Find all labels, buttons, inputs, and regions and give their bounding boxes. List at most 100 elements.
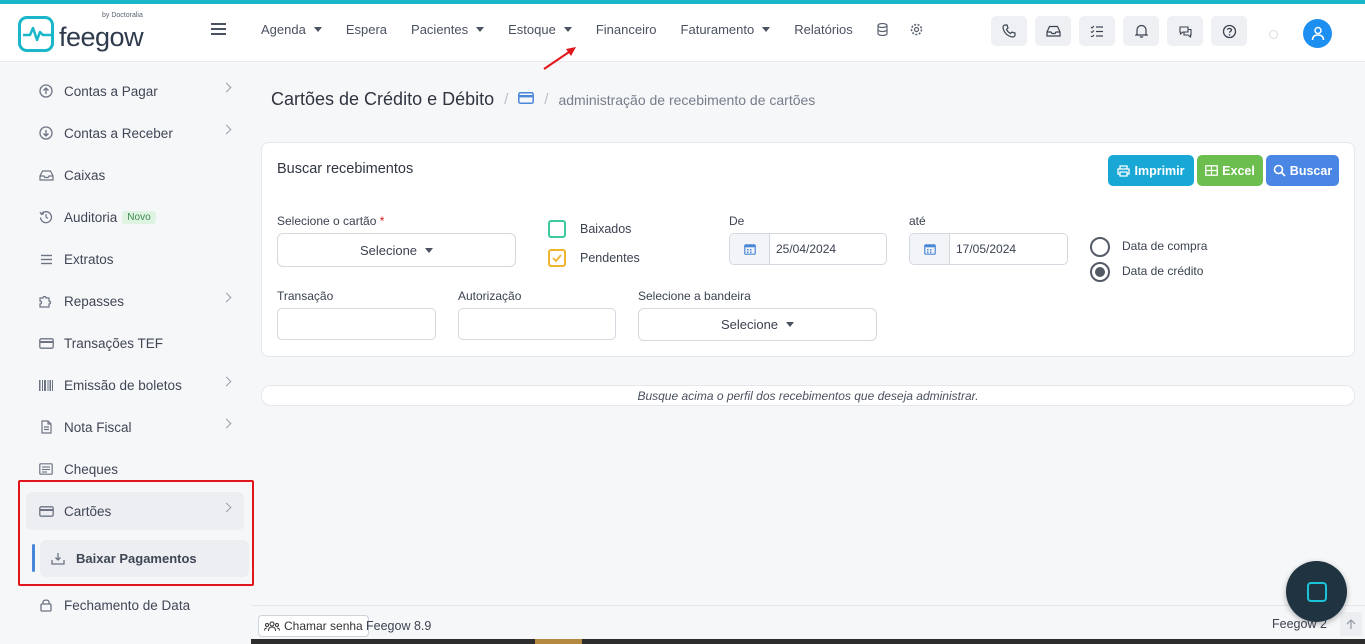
gear-icon[interactable] [910, 21, 923, 37]
chevron-right-icon [221, 124, 232, 135]
search-card: Buscar recebimentos Imprimir Excel Busca… [261, 142, 1355, 357]
caret-down-icon [563, 26, 572, 32]
sidebar-item-emissao-de-boletos[interactable]: Emissão de boletos [38, 375, 238, 395]
assistant-fab[interactable] [1286, 561, 1347, 622]
calendar-icon[interactable] [730, 234, 770, 264]
bandeira-select[interactable]: Selecione [638, 308, 877, 341]
taskbar-strip [251, 639, 1365, 644]
database-icon[interactable] [877, 21, 888, 37]
nav-agenda[interactable]: Agenda [261, 21, 322, 37]
sidebar-item-transacoes-tef[interactable]: Transações TEF [38, 333, 238, 353]
bandeira-select-value: Selecione [720, 317, 779, 332]
status-dot [1269, 30, 1278, 39]
sidebar-item-extratos[interactable]: Extratos [38, 249, 238, 269]
info-message: Busque acima o perfil dos recebimentos q… [261, 385, 1355, 406]
chamar-senha-button[interactable]: Chamar senha [258, 615, 369, 637]
phone-icon[interactable] [991, 16, 1027, 46]
inbox-icon[interactable] [1035, 16, 1071, 46]
search-button[interactable]: Buscar [1266, 155, 1339, 186]
sidebar-item-label: Caixas [64, 167, 106, 183]
users-icon [264, 620, 280, 631]
nav-pacientes[interactable]: Pacientes [411, 21, 485, 37]
breadcrumb-separator: / [544, 91, 549, 108]
sidebar-item-repasses[interactable]: Repasses [38, 291, 238, 311]
card-select-label: Selecione o cartão * [277, 214, 385, 228]
checklist-icon[interactable] [1079, 16, 1115, 46]
sidebar-item-label: Repasses [64, 293, 125, 309]
nav-estoque[interactable]: Estoque [508, 21, 572, 37]
annotation-arrow-icon [543, 47, 576, 70]
nav-relatorios[interactable]: Relatórios [794, 21, 853, 37]
caret-down-icon [476, 26, 485, 32]
arrow-down-circle-icon [38, 125, 54, 141]
inbox-icon [38, 167, 54, 183]
document-icon [38, 419, 54, 435]
chevron-right-icon [221, 418, 232, 429]
print-label: Imprimir [1134, 163, 1185, 178]
scroll-top-icon[interactable] [1340, 612, 1362, 636]
header-actions [991, 16, 1255, 46]
nav-espera[interactable]: Espera [346, 21, 387, 37]
help-icon[interactable] [1211, 16, 1247, 46]
bell-icon[interactable] [1123, 16, 1159, 46]
sidebar-item-fechamento-de-data[interactable]: Fechamento de Data [38, 595, 238, 615]
date-to-label: até [909, 214, 926, 228]
nav-financeiro[interactable]: Financeiro [596, 21, 657, 37]
highlight-annotation-box [18, 480, 254, 586]
autorizacao-input[interactable] [458, 308, 616, 340]
calendar-icon[interactable] [910, 234, 950, 264]
assistant-icon [1306, 581, 1327, 602]
nav-label: Pacientes [411, 21, 469, 37]
baixados-label: Baixados [580, 222, 632, 236]
date-type-compra-radio[interactable] [1090, 237, 1110, 257]
card-select[interactable]: Selecione [277, 233, 516, 267]
page-title: Cartões de Crédito e Débito [271, 89, 495, 109]
date-type-credito-radio[interactable] [1090, 262, 1110, 282]
nav-label: Estoque [508, 21, 556, 37]
user-avatar-icon[interactable] [1303, 19, 1332, 48]
transacao-label: Transação [277, 289, 334, 303]
logo-mark-icon [18, 16, 54, 52]
excel-label: Excel [1222, 163, 1255, 178]
arrow-up-circle-icon [38, 83, 54, 99]
nav-label: Espera [345, 21, 388, 37]
sidebar: Contas a Pagar Contas a Receber Caixas A… [0, 62, 254, 644]
sidebar-item-nota-fiscal[interactable]: Nota Fiscal [38, 417, 238, 437]
date-to-field[interactable]: 17/05/2024 [909, 233, 1068, 265]
logo-subtext: by Doctoralia [102, 12, 143, 19]
puzzle-icon [38, 293, 54, 309]
baixados-checkbox[interactable] [548, 220, 566, 238]
sidebar-item-contas-a-receber[interactable]: Contas a Receber [38, 123, 238, 143]
menu-toggle-icon[interactable] [211, 23, 226, 35]
date-from-field[interactable]: 25/04/2024 [729, 233, 887, 265]
sidebar-item-label: Cheques [64, 461, 119, 477]
print-button[interactable]: Imprimir [1108, 155, 1194, 186]
sidebar-item-caixas[interactable]: Caixas [38, 165, 238, 185]
chat-icon[interactable] [1167, 16, 1203, 46]
search-label: Buscar [1289, 163, 1333, 178]
sidebar-item-label: Contas a Pagar [64, 83, 158, 99]
card-icon [518, 91, 535, 109]
nav-faturamento[interactable]: Faturamento [681, 21, 771, 37]
sidebar-item-cheques[interactable]: Cheques [38, 459, 238, 479]
card-select-value: Selecione [359, 242, 418, 258]
sidebar-item-contas-a-pagar[interactable]: Contas a Pagar [38, 81, 238, 101]
chevron-right-icon [221, 292, 232, 303]
breadcrumb-separator: / [504, 91, 509, 108]
nav-label: Financeiro [595, 21, 657, 37]
nav-label: Agenda [261, 21, 306, 37]
sidebar-item-auditoria[interactable]: Auditoria Novo [38, 207, 238, 227]
list-icon [38, 251, 54, 267]
pendentes-label: Pendentes [580, 251, 640, 265]
caret-down-icon [425, 247, 434, 253]
sidebar-item-label: Contas a Receber [64, 125, 173, 141]
feegow-logo[interactable]: feegow by Doctoralia [18, 12, 144, 52]
pendentes-checkbox[interactable] [548, 249, 566, 267]
table-icon [1205, 165, 1219, 176]
nav-label: Faturamento [680, 21, 755, 37]
nav-label: Relatórios [794, 21, 853, 37]
search-icon [1273, 164, 1286, 177]
excel-button[interactable]: Excel [1197, 155, 1263, 186]
transacao-input[interactable] [277, 308, 436, 340]
sidebar-item-label: Extratos [64, 251, 114, 267]
